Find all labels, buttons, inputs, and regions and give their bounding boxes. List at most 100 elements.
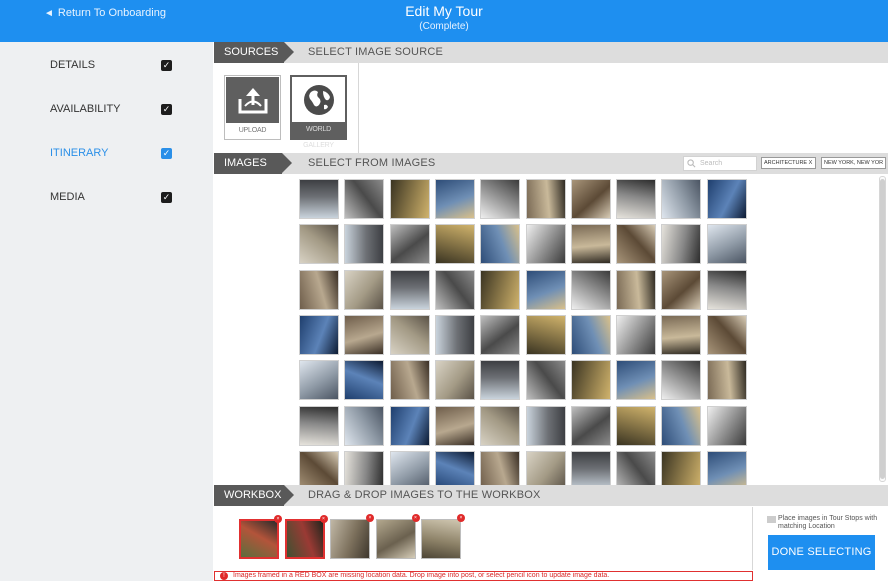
image-thumbnail[interactable] bbox=[299, 405, 339, 446]
image-thumbnail[interactable] bbox=[616, 179, 657, 219]
image-thumbnail[interactable] bbox=[389, 450, 430, 485]
image-thumbnail[interactable] bbox=[299, 450, 339, 485]
image-thumbnail[interactable] bbox=[344, 224, 385, 265]
image-thumbnail[interactable] bbox=[480, 224, 521, 265]
image-thumbnail[interactable] bbox=[616, 405, 657, 446]
remove-image-icon[interactable]: × bbox=[457, 514, 465, 522]
image-thumbnail[interactable] bbox=[616, 224, 657, 265]
match-location-label: Place images in Tour Stops with matching… bbox=[778, 515, 878, 530]
image-thumbnail[interactable] bbox=[525, 224, 566, 265]
image-thumbnail[interactable] bbox=[389, 405, 430, 446]
workbox-image[interactable]: × bbox=[375, 514, 420, 559]
sidebar-item-details[interactable]: DETAILS ✓ bbox=[50, 57, 172, 73]
images-description: SELECT FROM IMAGES bbox=[308, 157, 436, 169]
image-thumbnail[interactable] bbox=[344, 360, 385, 401]
image-thumbnail[interactable] bbox=[570, 269, 611, 310]
image-thumbnail[interactable] bbox=[434, 179, 475, 219]
image-thumbnail[interactable] bbox=[706, 405, 747, 446]
image-thumbnail[interactable] bbox=[616, 314, 657, 355]
image-grid-scrollbar[interactable] bbox=[879, 176, 886, 482]
image-thumbnail[interactable] bbox=[434, 360, 475, 401]
workbox-image[interactable]: × bbox=[284, 515, 328, 559]
image-thumbnail[interactable] bbox=[661, 179, 702, 219]
remove-image-icon[interactable]: × bbox=[319, 515, 328, 523]
image-thumbnail[interactable] bbox=[525, 269, 566, 310]
image-thumbnail[interactable] bbox=[480, 269, 521, 310]
workbox-dropzone[interactable]: × × × × × bbox=[214, 507, 753, 570]
image-thumbnail[interactable] bbox=[661, 269, 702, 310]
image-thumbnail[interactable] bbox=[706, 360, 747, 401]
image-thumbnail[interactable] bbox=[299, 179, 339, 219]
image-thumbnail[interactable] bbox=[616, 360, 657, 401]
images-tab: IMAGES bbox=[214, 153, 292, 174]
image-thumbnail[interactable] bbox=[706, 314, 747, 355]
image-thumbnail[interactable] bbox=[480, 179, 521, 219]
image-thumbnail[interactable] bbox=[570, 314, 611, 355]
image-thumbnail[interactable] bbox=[434, 450, 475, 485]
remove-image-icon[interactable]: × bbox=[411, 514, 420, 522]
image-thumbnail[interactable] bbox=[661, 405, 702, 446]
image-thumbnail[interactable] bbox=[570, 450, 611, 485]
image-thumbnail[interactable] bbox=[299, 269, 339, 310]
filter-chip-architecture[interactable]: ARCHITECTURE X bbox=[761, 157, 816, 169]
image-thumbnail[interactable] bbox=[344, 269, 385, 310]
image-thumbnail[interactable] bbox=[661, 450, 702, 485]
image-thumbnail[interactable] bbox=[299, 360, 339, 401]
done-selecting-button[interactable]: DONE SELECTING bbox=[768, 535, 875, 570]
world-gallery-button[interactable]: WORLD GALLERY bbox=[290, 75, 347, 149]
image-thumbnail[interactable] bbox=[706, 179, 747, 219]
image-thumbnail[interactable] bbox=[344, 450, 385, 485]
image-thumbnail[interactable] bbox=[525, 314, 566, 355]
image-thumbnail[interactable] bbox=[570, 405, 611, 446]
image-thumbnail[interactable] bbox=[389, 224, 430, 265]
image-thumbnail[interactable] bbox=[570, 179, 611, 219]
workbox-image[interactable]: × bbox=[239, 515, 282, 559]
image-thumbnail[interactable] bbox=[706, 224, 747, 265]
image-thumbnail[interactable] bbox=[616, 269, 657, 310]
sidebar-item-media[interactable]: MEDIA ✓ bbox=[50, 189, 172, 205]
image-thumbnail[interactable] bbox=[434, 405, 475, 446]
workbox-image[interactable]: × bbox=[330, 514, 374, 559]
image-search-input[interactable]: Search bbox=[683, 156, 757, 171]
sidebar-item-itinerary[interactable]: ITINERARY ✓ bbox=[50, 145, 172, 161]
filter-chip-new-york[interactable]: NEW YORK, NEW YOR bbox=[821, 157, 886, 169]
image-thumbnail[interactable] bbox=[661, 314, 702, 355]
sources-section-bar: SOURCES SELECT IMAGE SOURCE bbox=[214, 42, 888, 63]
image-thumbnail[interactable] bbox=[525, 405, 566, 446]
image-thumbnail[interactable] bbox=[299, 224, 339, 265]
image-thumbnail[interactable] bbox=[570, 224, 611, 265]
image-thumbnail[interactable] bbox=[661, 224, 702, 265]
image-thumbnail[interactable] bbox=[480, 405, 521, 446]
image-thumbnail[interactable] bbox=[616, 450, 657, 485]
globe-icon bbox=[303, 85, 334, 115]
image-thumbnail[interactable] bbox=[299, 314, 339, 355]
scrollbar-thumb[interactable] bbox=[880, 179, 885, 479]
upload-button[interactable]: UPLOAD bbox=[224, 75, 281, 140]
sidebar-item-availability[interactable]: AVAILABILITY ✓ bbox=[50, 101, 172, 117]
image-thumbnail[interactable] bbox=[706, 450, 747, 485]
image-thumbnail[interactable] bbox=[344, 179, 385, 219]
remove-image-icon[interactable]: × bbox=[366, 514, 374, 522]
image-thumbnail[interactable] bbox=[525, 179, 566, 219]
remove-image-icon[interactable]: × bbox=[274, 515, 282, 523]
image-thumbnail[interactable] bbox=[389, 179, 430, 219]
image-thumbnail[interactable] bbox=[525, 360, 566, 401]
image-thumbnail[interactable] bbox=[434, 269, 475, 310]
match-location-option[interactable]: Place images in Tour Stops with matching… bbox=[767, 515, 882, 531]
image-thumbnail[interactable] bbox=[389, 360, 430, 401]
image-thumbnail[interactable] bbox=[389, 269, 430, 310]
image-thumbnail[interactable] bbox=[344, 314, 385, 355]
image-thumbnail[interactable] bbox=[570, 360, 611, 401]
image-thumbnail[interactable] bbox=[480, 360, 521, 401]
image-thumbnail[interactable] bbox=[389, 314, 430, 355]
image-thumbnail[interactable] bbox=[434, 224, 475, 265]
image-thumbnail[interactable] bbox=[525, 450, 566, 485]
image-thumbnail[interactable] bbox=[344, 405, 385, 446]
image-thumbnail[interactable] bbox=[480, 450, 521, 485]
image-thumbnail[interactable] bbox=[480, 314, 521, 355]
image-thumbnail[interactable] bbox=[434, 314, 475, 355]
match-location-checkbox[interactable] bbox=[767, 516, 776, 523]
image-thumbnail[interactable] bbox=[706, 269, 747, 310]
image-thumbnail[interactable] bbox=[661, 360, 702, 401]
workbox-image[interactable]: × bbox=[421, 514, 465, 559]
